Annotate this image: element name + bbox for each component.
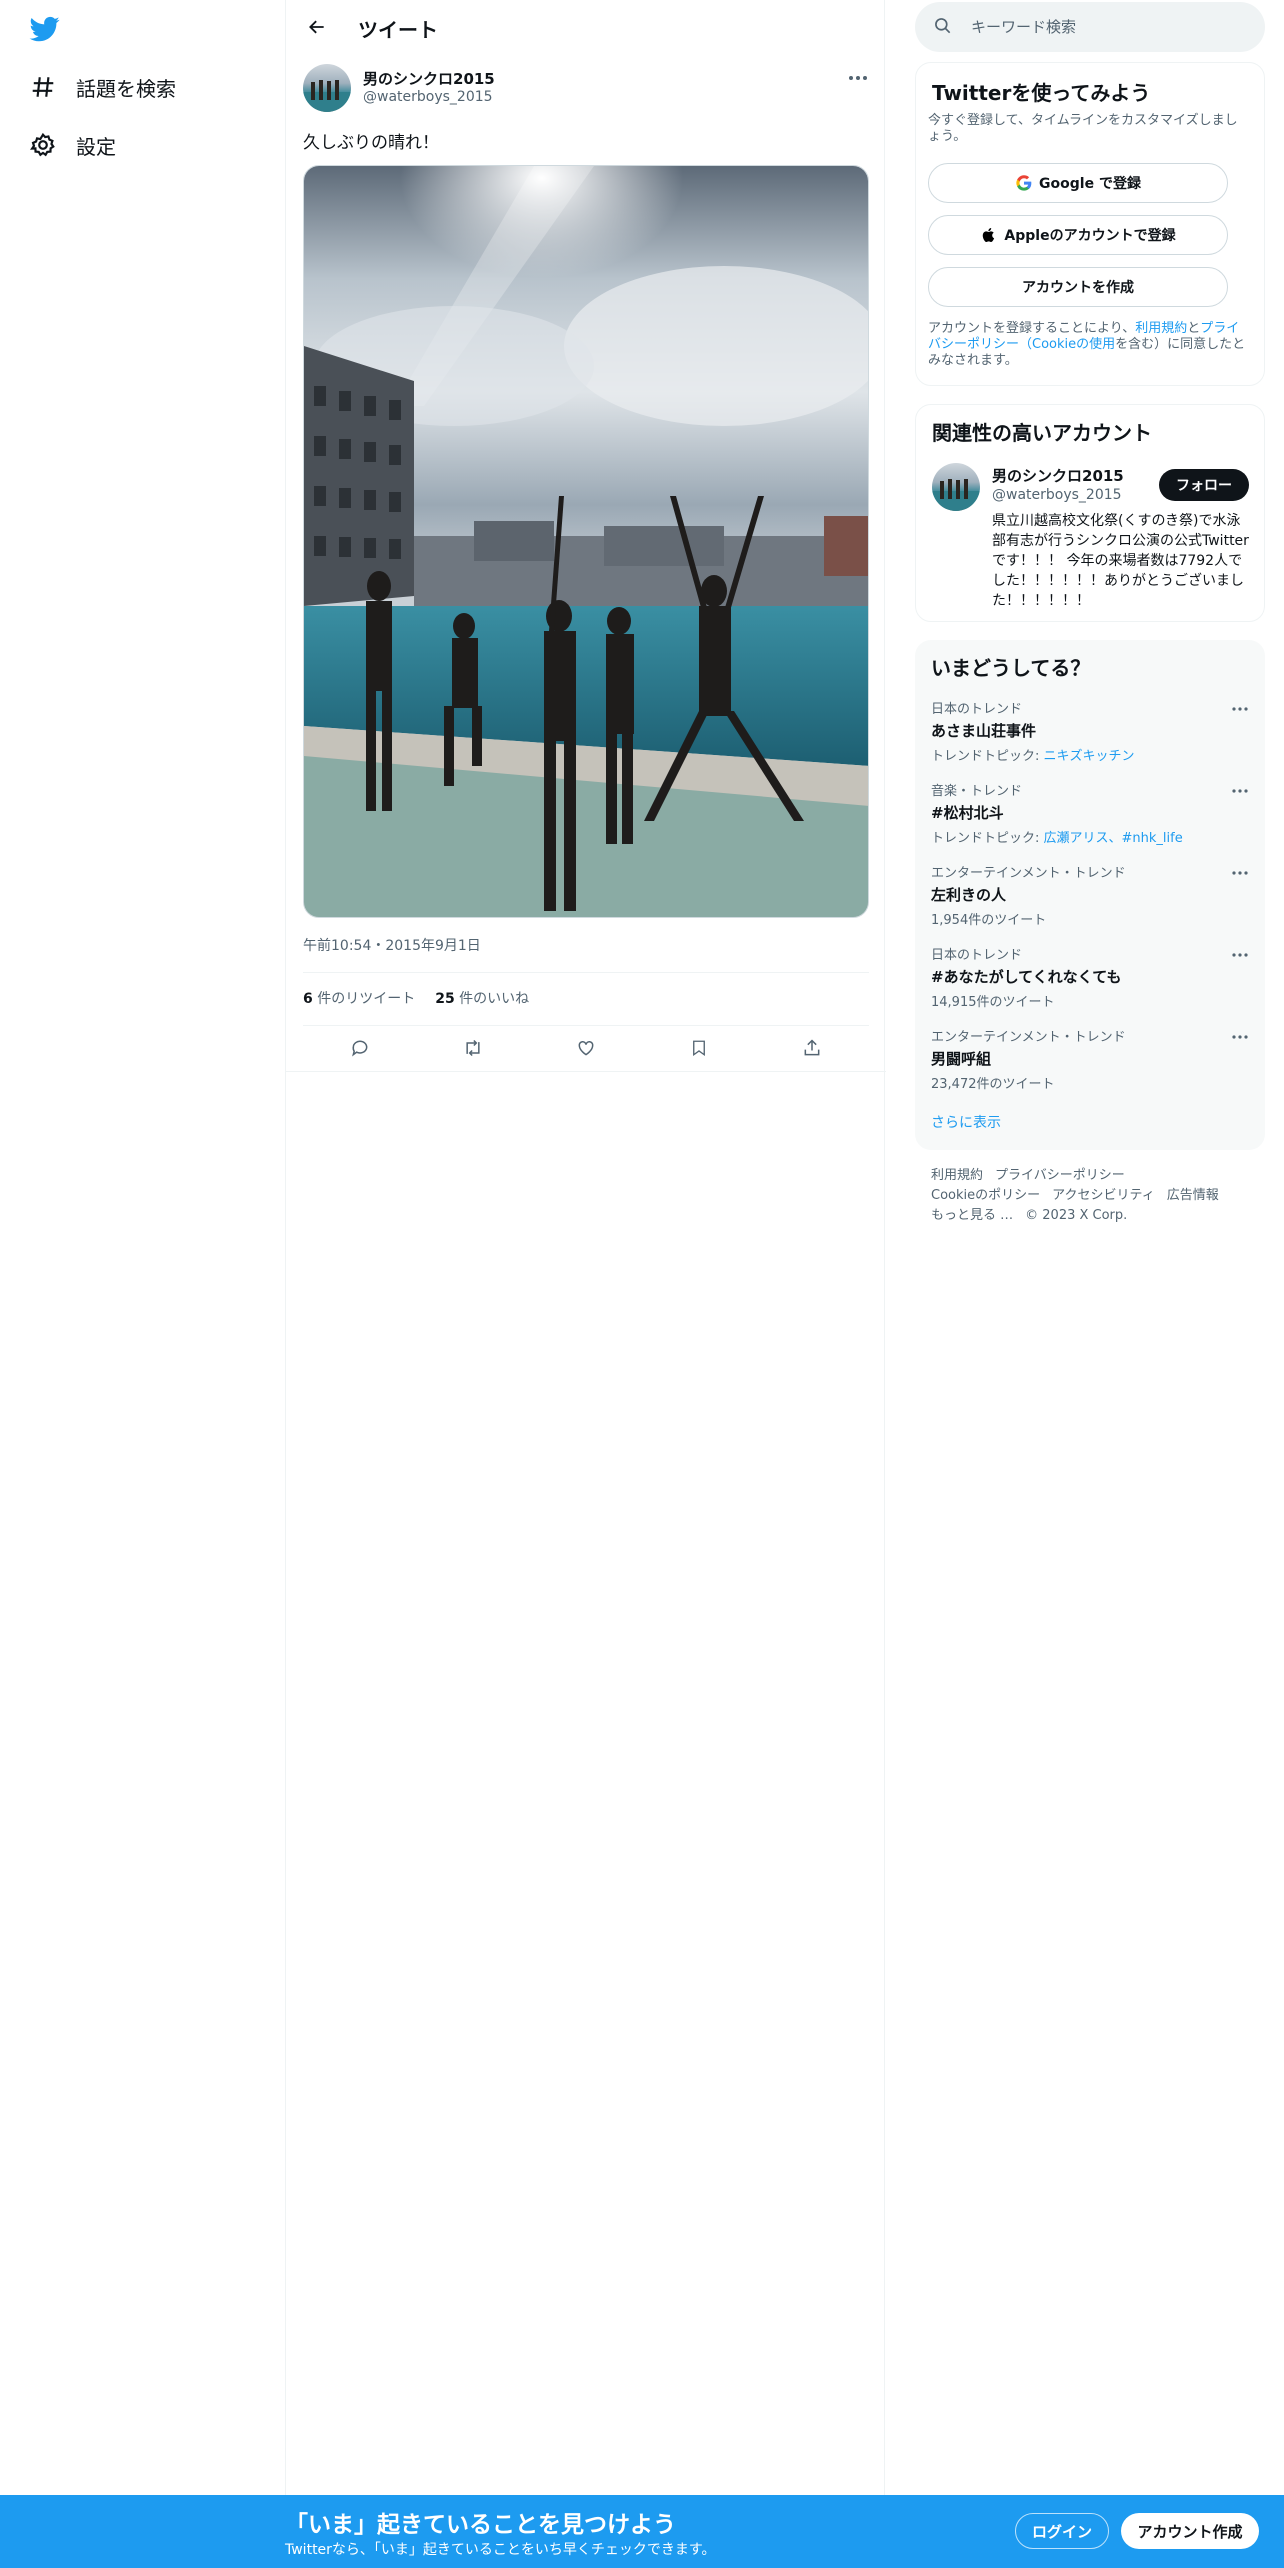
hashtag-icon: [28, 72, 58, 102]
footer-link[interactable]: プライバシーポリシー: [995, 1168, 1125, 1183]
related-accounts-card: 関連性の高いアカウント 男のシンクロ2015 @waterboys_2015 フ…: [915, 404, 1265, 622]
create-account-label: アカウントを作成: [1022, 280, 1134, 296]
retweet-icon[interactable]: [456, 1031, 490, 1065]
login-button[interactable]: ログイン: [1015, 2513, 1109, 2549]
search-icon: [933, 16, 955, 38]
trends-card: いまどうしてる？ 日本のトレンド あさま山荘事件 トレンドトピック: ニキズキッ…: [915, 640, 1265, 1150]
divider: [286, 1071, 886, 1072]
trends-title: いまどうしてる？: [931, 656, 1091, 680]
tweet-author-name[interactable]: 男のシンクロ2015: [363, 68, 495, 89]
divider: [303, 972, 869, 973]
avatar[interactable]: [303, 64, 351, 112]
gear-icon: [28, 130, 58, 160]
search-input[interactable]: [971, 18, 1231, 36]
signup-card: Twitterを使ってみよう 今すぐ登録して、タイムラインをカスタマイズしましょ…: [915, 62, 1265, 386]
follow-button[interactable]: フォロー: [1159, 469, 1249, 501]
tweet-photo[interactable]: [303, 165, 869, 918]
related-name[interactable]: 男のシンクロ2015: [992, 465, 1124, 486]
search-bar[interactable]: [915, 2, 1265, 52]
terms-link[interactable]: 利用規約: [1135, 321, 1187, 336]
signup-button[interactable]: アカウント作成: [1121, 2513, 1259, 2549]
google-signup-label: Google で登録: [1039, 176, 1141, 192]
more-options-icon[interactable]: [1229, 780, 1251, 802]
more-options-icon[interactable]: [846, 66, 870, 90]
nav-item-settings[interactable]: 設定: [28, 125, 116, 165]
tweet-actions: [303, 1030, 869, 1066]
nav-label-settings: 設定: [76, 134, 116, 159]
more-options-icon[interactable]: [1229, 862, 1251, 884]
signup-legal: アカウントを登録することにより、利用規約とプライバシーポリシー（Cookieの使…: [928, 321, 1246, 368]
left-nav: 話題を検索 設定: [0, 0, 285, 2568]
heart-icon[interactable]: [569, 1031, 603, 1065]
like-stat[interactable]: 25 件のいいね: [435, 988, 529, 1008]
tweet-author-handle[interactable]: @waterboys_2015: [363, 89, 493, 105]
trend-item[interactable]: エンターテインメント・トレンド 左利きの人 1,954件のツイート: [931, 862, 1251, 928]
trend-item[interactable]: 日本のトレンド あさま山荘事件 トレンドトピック: ニキズキッチン: [931, 698, 1251, 764]
trend-item[interactable]: 音楽・トレンド #松村北斗 トレンドトピック: 広瀬アリス、#nhk_life: [931, 780, 1251, 846]
banner-title: 「いま」起きていることを見つけよう: [285, 2512, 676, 2538]
footer-link[interactable]: Cookieのポリシー: [931, 1188, 1040, 1203]
page-title: ツイート: [358, 18, 438, 42]
show-more-link[interactable]: さらに表示: [931, 1112, 1001, 1132]
create-account-button[interactable]: アカウントを作成: [928, 267, 1228, 307]
avatar[interactable]: [932, 463, 980, 511]
signup-subtitle: 今すぐ登録して、タイムラインをカスタマイズしましょう。: [928, 113, 1238, 144]
more-options-icon[interactable]: [1229, 944, 1251, 966]
apple-signup-button[interactable]: Appleのアカウントで登録: [928, 215, 1228, 255]
footer-links: 利用規約 プライバシーポリシー Cookieのポリシー アクセシビリティ 広告情報 も…: [931, 1166, 1261, 1226]
related-bio: 県立川越高校文化祭(くすのき祭)で水泳部有志が行うシンクロ公演の公式Twitte…: [992, 513, 1249, 609]
tweet-text: 久しぶりの晴れ！: [303, 133, 439, 153]
related-handle[interactable]: @waterboys_2015: [992, 487, 1122, 503]
bookmark-icon[interactable]: [682, 1031, 716, 1065]
more-options-icon[interactable]: [1229, 1026, 1251, 1048]
footer-link[interactable]: 利用規約: [931, 1168, 983, 1183]
tweet-timestamp[interactable]: 午前10:54・2015年9月1日: [303, 935, 481, 955]
tweet-column: ツイート 男のシンクロ2015 @waterboys_2015 久しぶりの晴れ！: [285, 0, 886, 2568]
related-title: 関連性の高いアカウント: [932, 421, 1152, 445]
nav-item-explore[interactable]: 話題を検索: [28, 67, 176, 107]
copyright: © 2023 X Corp.: [1025, 1208, 1128, 1223]
footer-link[interactable]: 広告情報: [1167, 1188, 1219, 1203]
footer-link[interactable]: もっと見る …: [931, 1208, 1013, 1223]
twitter-bird-icon[interactable]: [28, 14, 62, 44]
footer-link[interactable]: アクセシビリティ: [1052, 1188, 1155, 1203]
apple-icon: [980, 226, 998, 244]
divider: [303, 1025, 869, 1026]
apple-signup-label: Appleのアカウントで登録: [1004, 228, 1176, 244]
retweet-stat[interactable]: 6 件のリツイート: [303, 988, 415, 1008]
nav-label-explore: 話題を検索: [76, 76, 176, 101]
reply-icon[interactable]: [343, 1031, 377, 1065]
share-icon[interactable]: [795, 1031, 829, 1065]
google-icon: [1015, 174, 1033, 192]
bottom-banner: 「いま」起きていることを見つけよう Twitterなら、「いま」起きていることを…: [0, 2495, 1284, 2568]
signup-title: Twitterを使ってみよう: [932, 81, 1151, 105]
more-options-icon[interactable]: [1229, 698, 1251, 720]
google-signup-button[interactable]: Google で登録: [928, 163, 1228, 203]
tweet-stats: 6 件のリツイート 25 件のいいね: [303, 988, 529, 1008]
banner-subtitle: Twitterなら、「いま」起きていることをいち早くチェックできます。: [285, 2542, 716, 2558]
trend-item[interactable]: 日本のトレンド #あなたがしてくれなくても 14,915件のツイート: [931, 944, 1251, 1010]
back-arrow-icon[interactable]: [302, 12, 332, 42]
trend-item[interactable]: エンターテインメント・トレンド 男闘呼組 23,472件のツイート: [931, 1026, 1251, 1092]
